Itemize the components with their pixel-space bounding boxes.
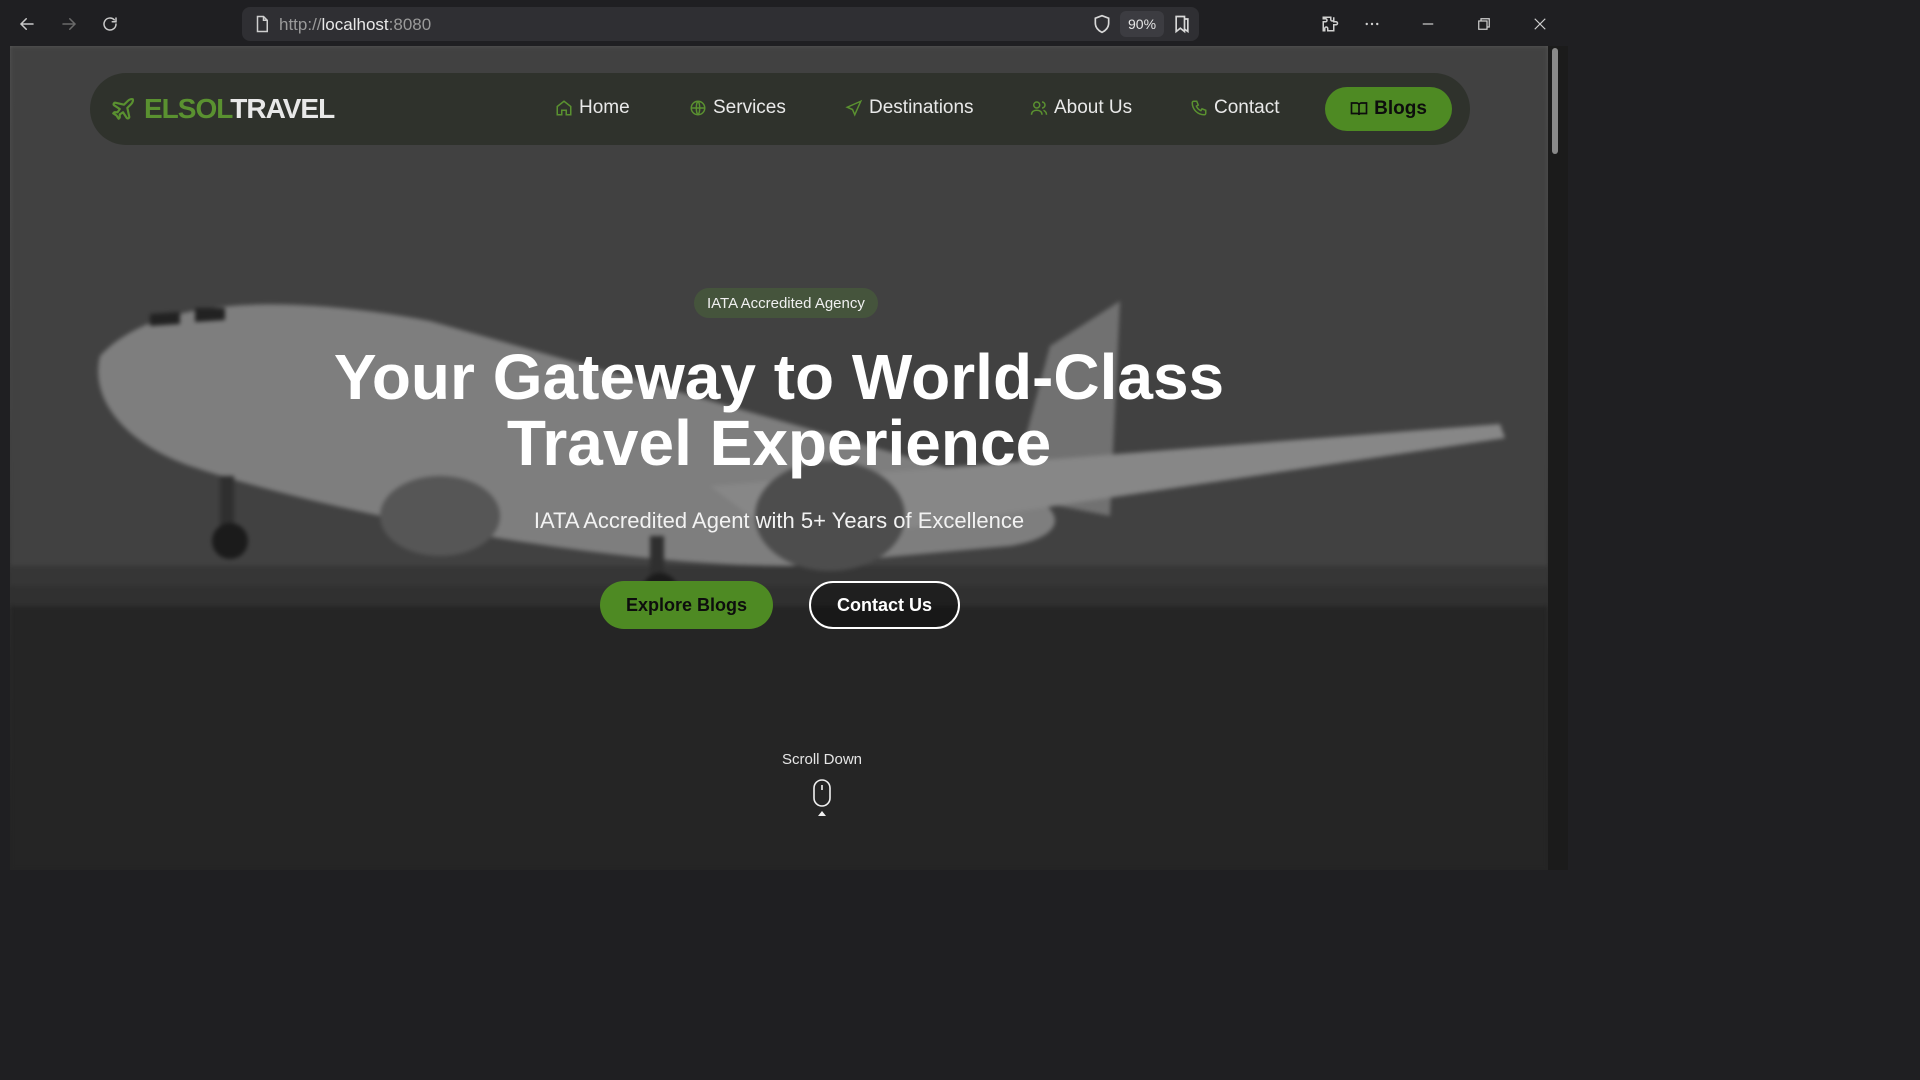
iata-badge: IATA Accredited Agency — [694, 288, 878, 318]
minimize-icon[interactable] — [1414, 10, 1442, 38]
close-icon[interactable] — [1526, 10, 1554, 38]
nav-item-label: About Us — [1054, 97, 1133, 118]
nav-item-about-us[interactable]: About Us — [1030, 97, 1132, 119]
url-scheme: http:// — [279, 15, 322, 34]
hero-subtitle: IATA Accredited Agent with 5+ Years of E… — [533, 508, 1025, 533]
blogs-button[interactable]: Blogs — [1325, 87, 1452, 131]
explore-blogs-button[interactable]: Explore Blogs — [600, 581, 773, 629]
url-text[interactable]: http://localhost:8080 — [279, 15, 431, 35]
contact-us-button[interactable]: Contact Us — [809, 581, 960, 629]
hero-title: Your Gateway to World-Class Travel Exper… — [10, 344, 1548, 476]
page-scrollbar[interactable] — [1548, 46, 1568, 870]
contact-us-label: Contact Us — [836, 594, 932, 615]
users-icon — [1030, 101, 1048, 115]
explore-blogs-label: Explore Blogs — [625, 594, 748, 615]
nav-item-label: Contact — [1214, 97, 1280, 118]
nav-item-contact[interactable]: Contact — [1190, 97, 1279, 119]
hero-title-line-2: Travel Experience — [506, 407, 1052, 479]
forward-arrow-icon[interactable] — [55, 10, 83, 38]
more-icon[interactable] — [1358, 10, 1386, 38]
extensions-icon[interactable] — [1316, 10, 1344, 38]
restore-icon[interactable] — [1470, 10, 1498, 38]
hero-title-line-1: Your Gateway to World-Class — [333, 341, 1225, 413]
airplane-icon — [112, 97, 135, 120]
url-host: localhost — [321, 15, 389, 34]
page-viewport: ELSOLTRAVEL Home Services Destinations A… — [10, 46, 1548, 870]
send-icon — [845, 99, 863, 117]
nav-item-label: Services — [713, 97, 786, 118]
browser-toolbar: http://localhost:8080 90% — [0, 0, 1568, 46]
logo-part-travel: TRAVEL — [230, 93, 335, 124]
book-icon — [1350, 102, 1368, 116]
site-navbar: ELSOLTRAVEL Home Services Destinations A… — [90, 73, 1470, 145]
back-arrow-icon[interactable] — [13, 10, 41, 38]
globe-icon — [690, 100, 706, 116]
nav-item-home[interactable]: Home — [555, 97, 630, 119]
shield-icon[interactable] — [1092, 14, 1112, 34]
zoom-level[interactable]: 90% — [1120, 11, 1165, 37]
logo-part-elsol: ELSOL — [144, 93, 231, 124]
logo-wordmark: ELSOLTRAVEL — [144, 93, 335, 125]
nav-item-label: Home — [579, 97, 630, 118]
page-scrollbar-thumb[interactable] — [1552, 48, 1558, 154]
home-icon — [556, 100, 572, 116]
nav-item-destinations[interactable]: Destinations — [845, 97, 974, 119]
nav-item-services[interactable]: Services — [689, 97, 786, 119]
reader-icon[interactable] — [1172, 14, 1192, 34]
phone-icon — [1191, 100, 1207, 116]
page-icon — [256, 15, 268, 33]
nav-item-label: Destinations — [869, 97, 974, 118]
blogs-button-label: Blogs — [1374, 98, 1427, 119]
address-bar[interactable]: http://localhost:8080 90% — [242, 7, 1199, 41]
mouse-scroll-icon[interactable] — [812, 779, 832, 817]
scroll-down-label: Scroll Down — [781, 751, 863, 768]
url-port: :8080 — [388, 15, 432, 34]
site-logo[interactable]: ELSOLTRAVEL — [110, 93, 335, 125]
reload-icon[interactable] — [96, 10, 124, 38]
